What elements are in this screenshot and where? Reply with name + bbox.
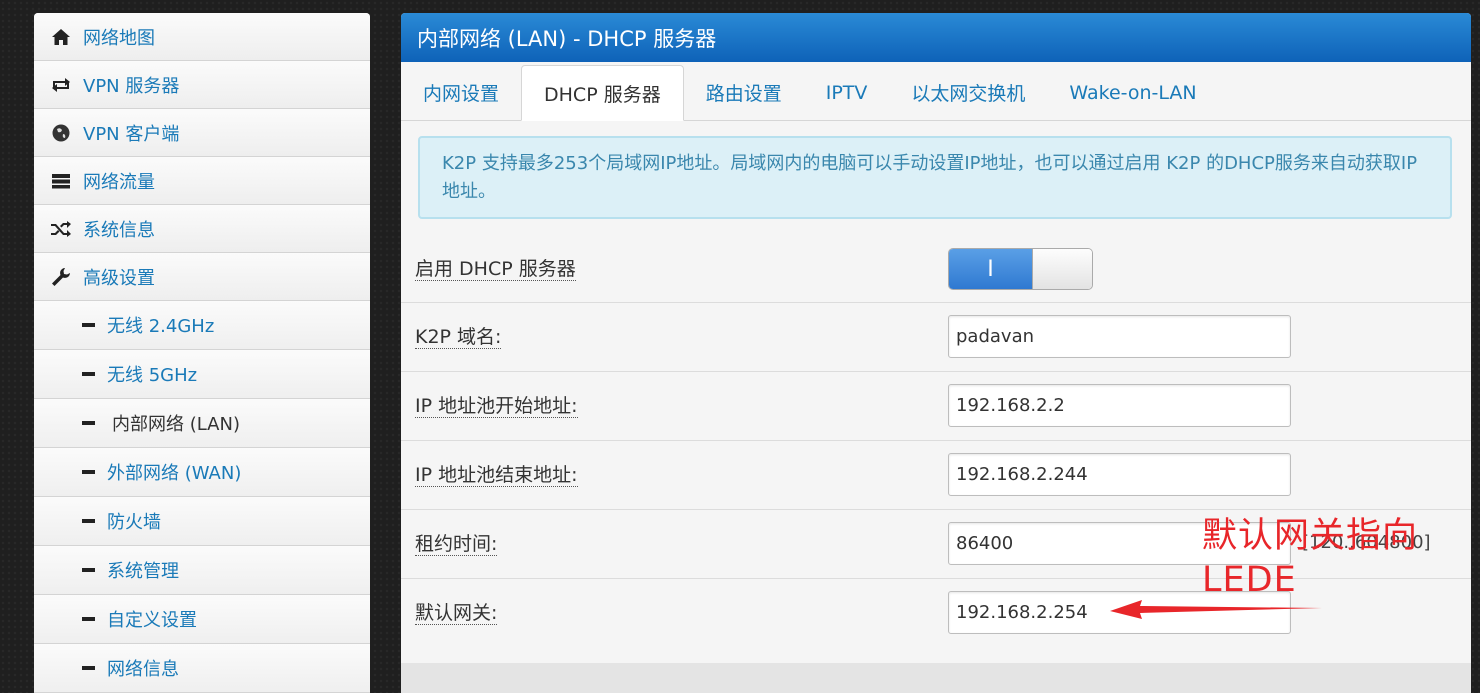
sidebar-sub-label: 外部网络 (WAN)	[107, 463, 242, 484]
tab-wake-on-lan[interactable]: Wake-on-LAN	[1047, 65, 1218, 120]
sidebar-sub-label: 无线 2.4GHz	[107, 316, 215, 337]
toggle-off-side	[1032, 249, 1092, 289]
form-footer-bar	[401, 663, 1471, 693]
sidebar-item-advanced[interactable]: 高级设置	[34, 253, 370, 301]
dash-icon	[82, 323, 95, 327]
sidebar-sub-firewall[interactable]: 防火墙	[34, 497, 370, 546]
tab-routing[interactable]: 路由设置	[684, 65, 804, 120]
sidebar-item-label: 高级设置	[83, 267, 155, 289]
dhcp-enable-label: 启用 DHCP 服务器	[415, 258, 576, 281]
pool-start-input[interactable]	[948, 384, 1291, 427]
dash-icon	[82, 519, 95, 523]
dash-icon	[82, 617, 95, 621]
sidebar-item-vpn-server[interactable]: VPN 服务器	[34, 61, 370, 109]
dash-icon	[82, 470, 95, 474]
dhcp-enable-toggle[interactable]: I	[948, 248, 1093, 290]
tab-bar: 内网设置 DHCP 服务器 路由设置 IPTV 以太网交换机 Wake-on-L…	[401, 62, 1471, 121]
sidebar-sub-admin[interactable]: 系统管理	[34, 546, 370, 595]
sidebar-sub-lan[interactable]: 内部网络 (LAN)	[34, 399, 370, 448]
tab-dhcp-server[interactable]: DHCP 服务器	[521, 65, 684, 121]
annotation-line-1: 默认网关指向	[1202, 516, 1419, 556]
globe-icon	[49, 121, 73, 145]
lease-label: 租约时间:	[415, 533, 498, 556]
sidebar-item-label: 网络地图	[83, 27, 155, 49]
annotation-text: 默认网关指向 LEDE	[1202, 514, 1418, 602]
pool-end-label: IP 地址池结束地址:	[415, 464, 578, 487]
sidebar-sub-wireless-24[interactable]: 无线 2.4GHz	[34, 301, 370, 350]
sidebar-item-vpn-client[interactable]: VPN 客户端	[34, 109, 370, 157]
annotation-arrow-icon	[1110, 600, 1322, 619]
sidebar-item-system-info[interactable]: 系统信息	[34, 205, 370, 253]
sidebar-item-network-map[interactable]: 网络地图	[34, 13, 370, 61]
sidebar-item-label: VPN 服务器	[83, 75, 180, 97]
sidebar-sub-label: 自定义设置	[107, 610, 197, 631]
sidebar-sub-wireless-5[interactable]: 无线 5GHz	[34, 350, 370, 399]
sidebar-item-label: 网络流量	[83, 171, 155, 193]
row-pool-start: IP 地址池开始地址:	[401, 372, 1471, 441]
row-dhcp-enable: 启用 DHCP 服务器 I	[401, 235, 1471, 303]
tab-lan-settings[interactable]: 内网设置	[401, 65, 521, 120]
toggle-on-side: I	[949, 249, 1032, 289]
sidebar-sub-label: 内部网络 (LAN)	[112, 414, 240, 435]
domain-input[interactable]	[948, 315, 1291, 358]
dash-icon	[82, 372, 95, 376]
pool-end-input[interactable]	[948, 453, 1291, 496]
sidebar-item-label: VPN 客户端	[83, 123, 180, 145]
info-alert: K2P 支持最多253个局域网IP地址。局域网内的电脑可以手动设置IP地址，也可…	[418, 136, 1452, 219]
dash-icon	[82, 666, 95, 670]
sidebar-sub-custom[interactable]: 自定义设置	[34, 595, 370, 644]
domain-label: K2P 域名:	[415, 326, 502, 349]
tab-ethernet-switch[interactable]: 以太网交换机	[889, 65, 1047, 120]
sidebar-item-traffic[interactable]: 网络流量	[34, 157, 370, 205]
gateway-label: 默认网关:	[415, 602, 498, 625]
dash-icon	[82, 421, 95, 425]
row-domain: K2P 域名:	[401, 303, 1471, 372]
sidebar: 网络地图 VPN 服务器 VPN 客户端 网络流量 系统信息 高级设置 无线 2…	[34, 13, 370, 693]
sidebar-sub-label: 系统管理	[107, 561, 179, 582]
random-icon	[49, 217, 73, 241]
home-icon	[49, 25, 73, 49]
row-pool-end: IP 地址池结束地址:	[401, 441, 1471, 510]
sidebar-sub-label: 防火墙	[107, 512, 161, 533]
sidebar-sub-label: 无线 5GHz	[107, 365, 198, 386]
tab-iptv[interactable]: IPTV	[804, 65, 890, 120]
pool-start-label: IP 地址池开始地址:	[415, 395, 578, 418]
sidebar-sub-netinfo[interactable]: 网络信息	[34, 644, 370, 693]
sidebar-sub-wan[interactable]: 外部网络 (WAN)	[34, 448, 370, 497]
wrench-icon	[49, 265, 73, 289]
tasks-icon	[49, 169, 73, 193]
sidebar-item-label: 系统信息	[83, 219, 155, 241]
sidebar-sub-label: 网络信息	[107, 659, 179, 680]
retweet-icon	[49, 73, 73, 97]
dash-icon	[82, 568, 95, 572]
page-title: 内部网络 (LAN) - DHCP 服务器	[401, 13, 1471, 62]
